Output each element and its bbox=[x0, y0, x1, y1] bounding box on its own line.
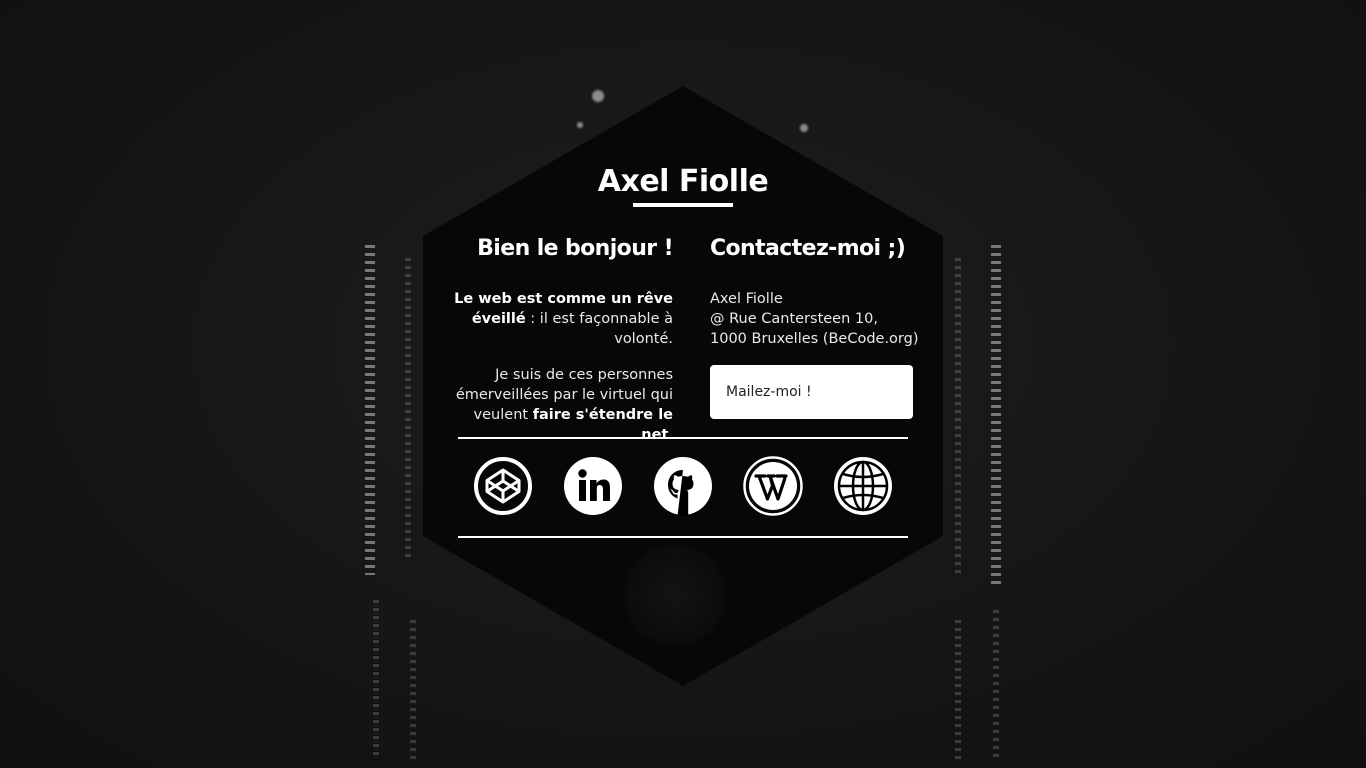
intro-paragraph-2: Je suis de ces personnes émerveillées pa… bbox=[453, 365, 673, 445]
page-title: Axel Fiolle bbox=[597, 164, 769, 199]
globe-icon bbox=[834, 457, 892, 515]
page: Axel Fiolle Bien le bonjour ! Le web est… bbox=[0, 0, 1366, 768]
bg-light-stripe bbox=[365, 245, 375, 575]
wordpress-link[interactable] bbox=[743, 456, 803, 516]
github-link[interactable] bbox=[653, 456, 713, 516]
github-icon bbox=[654, 457, 712, 516]
contact-heading: Contactez-moi ;) bbox=[710, 236, 906, 261]
linkedin-icon bbox=[564, 457, 622, 515]
website-link[interactable] bbox=[833, 456, 893, 516]
codepen-icon bbox=[474, 457, 532, 515]
social-links bbox=[473, 456, 893, 518]
bg-light-stripe bbox=[955, 258, 961, 578]
bg-light-stripe bbox=[991, 245, 1001, 585]
contact-address: Axel Fiolle @ Rue Cantersteen 10, 1000 B… bbox=[710, 289, 920, 349]
address-line-1: @ Rue Cantersteen 10, bbox=[710, 311, 878, 327]
intro-heading: Bien le bonjour ! bbox=[477, 236, 673, 261]
bg-light-stripe bbox=[410, 620, 416, 760]
mail-button[interactable]: Mailez-moi ! bbox=[710, 365, 913, 419]
contact-name: Axel Fiolle bbox=[710, 291, 783, 307]
bg-light-stripe bbox=[373, 600, 379, 760]
intro-paragraph-1: Le web est comme un rêve éveillé : il es… bbox=[453, 289, 673, 349]
linkedin-link[interactable] bbox=[563, 456, 623, 516]
wordpress-icon bbox=[743, 456, 803, 516]
address-line-2: 1000 Bruxelles (BeCode.org) bbox=[710, 331, 919, 347]
title-underline bbox=[633, 203, 733, 207]
intro-section: Bien le bonjour ! Le web est comme un rê… bbox=[453, 236, 673, 445]
main-content: Axel Fiolle Bien le bonjour ! Le web est… bbox=[423, 86, 943, 686]
bg-light-stripe bbox=[955, 620, 961, 760]
codepen-link[interactable] bbox=[473, 456, 533, 516]
intro-p1-text: : il est façonnable à volonté. bbox=[525, 311, 673, 347]
divider-top bbox=[458, 437, 908, 439]
contact-section: Contactez-moi ;) Axel Fiolle @ Rue Cante… bbox=[710, 236, 920, 419]
bg-light-stripe bbox=[993, 610, 999, 760]
divider-bottom bbox=[458, 536, 908, 538]
bg-light-stripe bbox=[405, 258, 411, 558]
intro-p2-end: . bbox=[668, 427, 673, 443]
